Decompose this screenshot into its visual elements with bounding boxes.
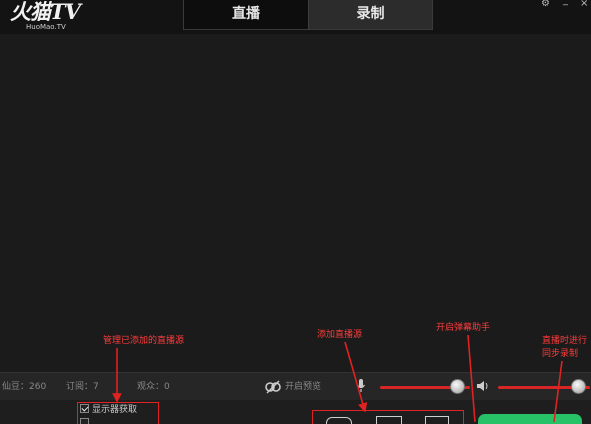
gear-icon[interactable]: ⚙ — [541, 0, 550, 9]
logo-text: 火猫TV — [10, 0, 81, 24]
speaker-icon[interactable] — [476, 379, 489, 393]
status-bar: 仙豆：260 订阅：7 观众：0 开启预览 — [0, 372, 591, 400]
speaker-volume-slider[interactable] — [498, 379, 590, 395]
title-bar: 火猫TV HuoMao.TV 直播 录制 ⚙ _ × — [0, 0, 591, 34]
screen-source-icon[interactable] — [425, 416, 449, 424]
preview-toggle-label[interactable]: 开启预览 — [285, 381, 321, 393]
annotation-sync-record-2: 同步录制 — [542, 349, 579, 359]
game-source-icon[interactable] — [326, 417, 352, 424]
subscriber-count: 订阅：7 — [66, 382, 99, 392]
annotation-sync-record-1: 直播时进行 — [542, 336, 588, 346]
mic-volume-knob[interactable] — [450, 379, 465, 394]
annotation-add-source: 添加直播源 — [317, 330, 363, 340]
start-live-button[interactable] — [478, 414, 582, 424]
window-source-icon[interactable] — [376, 416, 402, 424]
tab-live[interactable]: 直播 — [184, 0, 308, 29]
source-item-display-capture[interactable]: 显示器获取 — [80, 404, 137, 416]
fans-count: 仙豆：260 — [2, 382, 47, 392]
source-label: 显示器获取 — [92, 405, 138, 415]
viewer-count: 观众：0 — [137, 382, 170, 392]
mode-tabs: 直播 录制 — [183, 0, 433, 30]
app-logo: 火猫TV HuoMao.TV — [10, 1, 90, 33]
video-preview-area — [0, 34, 591, 372]
close-icon[interactable]: × — [580, 0, 588, 9]
source-checkbox[interactable] — [80, 404, 89, 413]
mic-volume-slider[interactable] — [380, 379, 470, 395]
minimize-icon[interactable]: _ — [563, 0, 568, 6]
source-checkbox[interactable] — [80, 418, 89, 424]
microphone-icon[interactable] — [356, 378, 366, 394]
speaker-volume-knob[interactable] — [571, 379, 586, 394]
source-item-second[interactable] — [80, 418, 92, 424]
preview-icon[interactable] — [265, 379, 281, 395]
annotation-manage-sources: 管理已添加的直播源 — [103, 336, 185, 346]
tab-record[interactable]: 录制 — [308, 0, 432, 29]
logo-subtext: HuoMao.TV — [26, 23, 66, 31]
annotation-danmaku: 开启弹幕助手 — [436, 323, 491, 333]
